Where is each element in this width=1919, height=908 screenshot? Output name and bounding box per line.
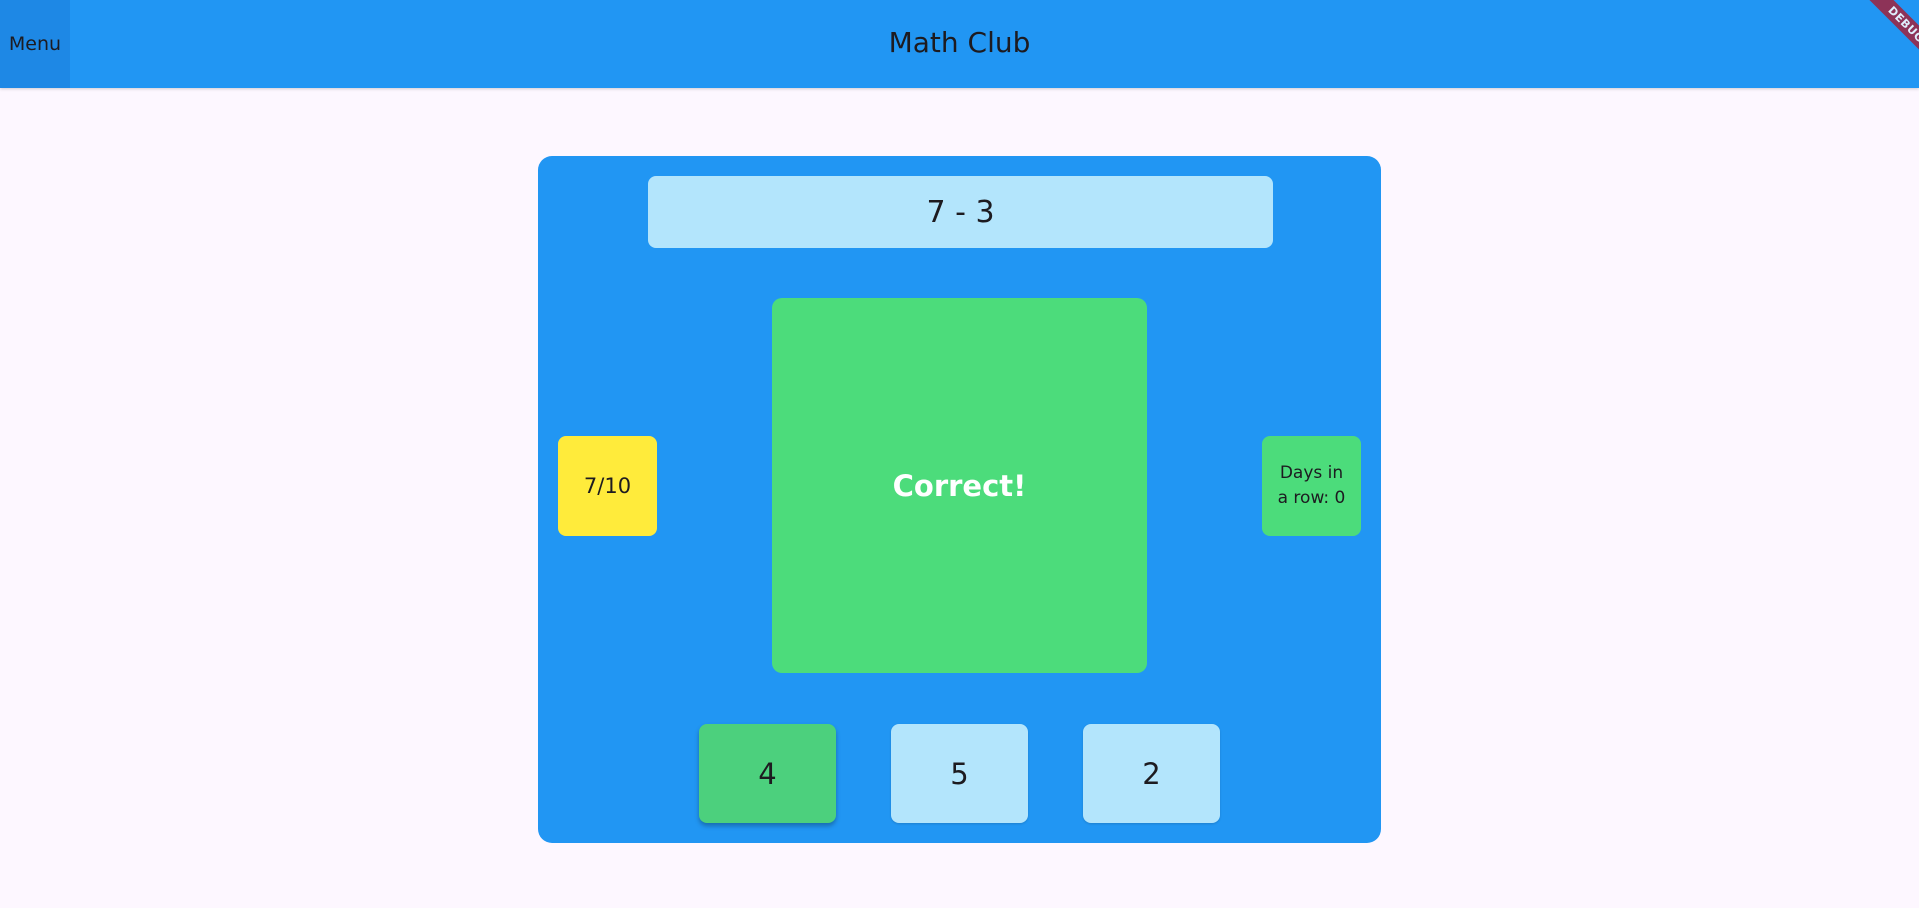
answer-button-4[interactable]: 4 bbox=[699, 724, 836, 823]
app-bar: Menu Math Club bbox=[0, 0, 1919, 88]
game-card: 7 - 3 7/10 Correct! Days in a row: 0 4 5… bbox=[538, 156, 1381, 843]
answer-button-5[interactable]: 5 bbox=[891, 724, 1028, 823]
result-panel: Correct! bbox=[772, 298, 1147, 673]
streak-badge: Days in a row: 0 bbox=[1262, 436, 1361, 536]
question-display: 7 - 3 bbox=[648, 176, 1273, 248]
page-title: Math Club bbox=[888, 26, 1031, 59]
score-badge: 7/10 bbox=[558, 436, 657, 536]
menu-button[interactable]: Menu bbox=[0, 0, 70, 88]
answer-button-2[interactable]: 2 bbox=[1083, 724, 1220, 823]
